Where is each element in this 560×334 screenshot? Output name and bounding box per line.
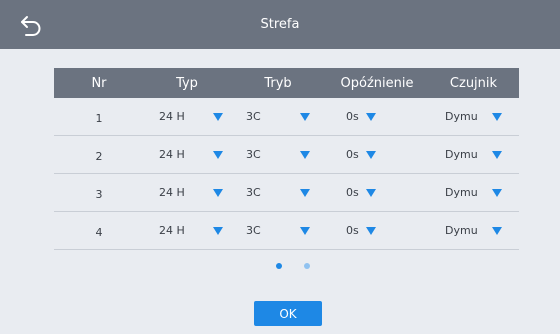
page-title: Strefa bbox=[260, 17, 300, 32]
top-bar: Strefa bbox=[0, 0, 560, 49]
column-header-opoznienie: Opóźnienie bbox=[340, 75, 414, 91]
delay-select[interactable]: 0s bbox=[326, 174, 428, 211]
delay-select[interactable]: 0s bbox=[326, 98, 428, 135]
table-header: Nr Typ Tryb Opóźnienie Czujnik bbox=[54, 68, 519, 98]
dropdown-arrow-icon bbox=[213, 226, 223, 235]
table-row: 3 24 H 3C 0s Dymu bbox=[54, 174, 519, 212]
delay-select[interactable]: 0s bbox=[326, 212, 428, 249]
zone-number: 4 bbox=[95, 226, 103, 239]
delay-value: 0s bbox=[346, 224, 359, 237]
mode-select[interactable]: 3C bbox=[230, 212, 326, 249]
dropdown-arrow-icon bbox=[492, 150, 502, 159]
type-select[interactable]: 24 H bbox=[144, 136, 230, 173]
mode-select[interactable]: 3C bbox=[230, 136, 326, 173]
zone-number: 1 bbox=[95, 112, 103, 125]
mode-value: 3C bbox=[246, 148, 261, 161]
dropdown-arrow-icon bbox=[300, 188, 310, 197]
zone-number: 2 bbox=[95, 150, 103, 163]
sensor-value: Dymu bbox=[445, 148, 478, 161]
sensor-value: Dymu bbox=[445, 110, 478, 123]
dropdown-arrow-icon bbox=[300, 112, 310, 121]
table-row: 1 24 H 3C 0s Dymu bbox=[54, 98, 519, 136]
dropdown-arrow-icon bbox=[366, 226, 376, 235]
type-value: 24 H bbox=[159, 224, 185, 237]
sensor-value: Dymu bbox=[445, 224, 478, 237]
table-row: 2 24 H 3C 0s Dymu bbox=[54, 136, 519, 174]
dropdown-arrow-icon bbox=[366, 150, 376, 159]
delay-select[interactable]: 0s bbox=[326, 136, 428, 173]
mode-select[interactable]: 3C bbox=[230, 174, 326, 211]
dropdown-arrow-icon bbox=[366, 188, 376, 197]
dropdown-arrow-icon bbox=[492, 226, 502, 235]
dropdown-arrow-icon bbox=[213, 188, 223, 197]
type-select[interactable]: 24 H bbox=[144, 98, 230, 135]
dropdown-arrow-icon bbox=[300, 150, 310, 159]
table-row: 4 24 H 3C 0s Dymu bbox=[54, 212, 519, 250]
page-dot-1[interactable] bbox=[276, 263, 282, 269]
mode-value: 3C bbox=[246, 224, 261, 237]
sensor-select[interactable]: Dymu bbox=[428, 136, 519, 173]
type-value: 24 H bbox=[159, 186, 185, 199]
zone-table: Nr Typ Tryb Opóźnienie Czujnik 1 24 H 3C… bbox=[54, 68, 519, 250]
type-select[interactable]: 24 H bbox=[144, 212, 230, 249]
ok-button[interactable]: OK bbox=[254, 301, 322, 326]
delay-value: 0s bbox=[346, 148, 359, 161]
dropdown-arrow-icon bbox=[492, 112, 502, 121]
dropdown-arrow-icon bbox=[366, 112, 376, 121]
dropdown-arrow-icon bbox=[492, 188, 502, 197]
delay-value: 0s bbox=[346, 110, 359, 123]
dropdown-arrow-icon bbox=[300, 226, 310, 235]
sensor-select[interactable]: Dymu bbox=[428, 174, 519, 211]
page-dot-2[interactable] bbox=[304, 263, 310, 269]
delay-value: 0s bbox=[346, 186, 359, 199]
dropdown-arrow-icon bbox=[213, 150, 223, 159]
column-header-typ: Typ bbox=[176, 75, 198, 91]
column-header-tryb: Tryb bbox=[264, 75, 292, 91]
column-header-czujnik: Czujnik bbox=[449, 75, 498, 91]
mode-value: 3C bbox=[246, 186, 261, 199]
pagination-dots bbox=[276, 263, 316, 271]
type-select[interactable]: 24 H bbox=[144, 174, 230, 211]
type-value: 24 H bbox=[159, 148, 185, 161]
sensor-select[interactable]: Dymu bbox=[428, 212, 519, 249]
sensor-select[interactable]: Dymu bbox=[428, 98, 519, 135]
type-value: 24 H bbox=[159, 110, 185, 123]
mode-value: 3C bbox=[246, 110, 261, 123]
mode-select[interactable]: 3C bbox=[230, 98, 326, 135]
dropdown-arrow-icon bbox=[213, 112, 223, 121]
zone-number: 3 bbox=[95, 188, 103, 201]
sensor-value: Dymu bbox=[445, 186, 478, 199]
column-header-nr: Nr bbox=[91, 75, 107, 91]
